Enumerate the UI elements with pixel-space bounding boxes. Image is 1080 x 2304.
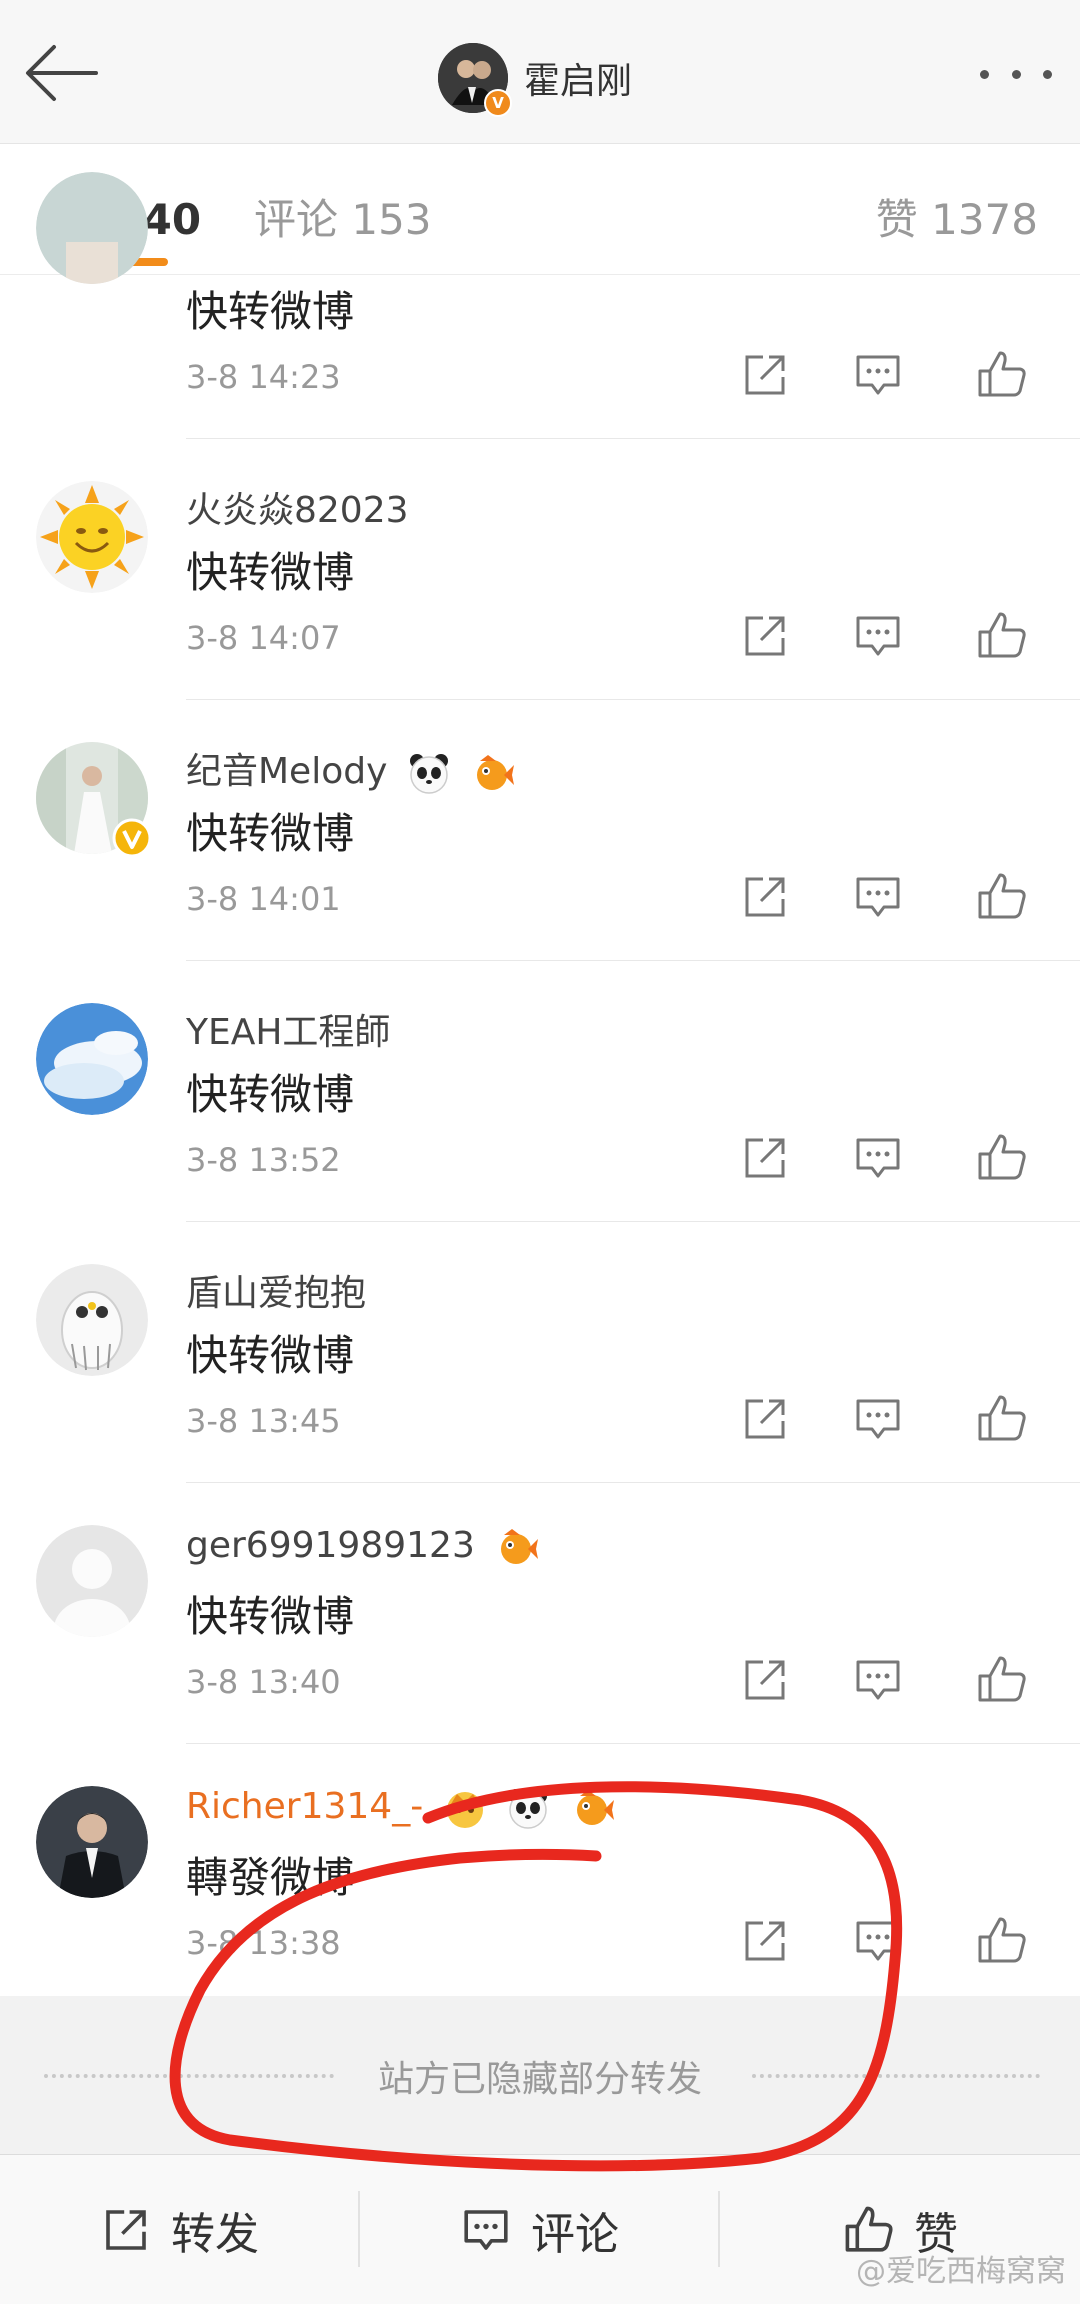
repost-text: 快转微博 [186,1070,355,1119]
repost-text: 快转微博 [186,287,355,336]
panda-icon [409,754,448,794]
like-icon[interactable] [972,1650,1032,1710]
repost-text: 轉發微博 [186,1853,355,1902]
like-icon[interactable] [972,867,1032,927]
timestamp: 3-8 13:45 [186,1402,341,1440]
repost-text: 快转微博 [186,1592,355,1641]
verified-badge: V [484,89,512,117]
username[interactable]: 纪音Melody [186,751,387,792]
share-icon[interactable] [735,1911,795,1971]
username[interactable]: YEAH工程師 [186,1003,390,1055]
list-item[interactable]: Richer1314_- 轉發微博 3-8 13:38 [0,1744,1080,1996]
avatar[interactable]: V [438,43,512,117]
repost-text: 快转微博 [186,809,355,858]
profile-title[interactable]: V 霍启刚 [438,38,632,118]
comment-icon[interactable] [848,1911,908,1971]
comment-button-label: 评论 [531,2208,619,2260]
comment-icon[interactable] [848,867,908,927]
list-item[interactable]: 盾山爱抱抱 快转微博 3-8 13:45 [0,1222,1080,1483]
username[interactable]: 火炎焱82023 [186,481,409,533]
share-icon[interactable] [735,606,795,666]
like-icon[interactable] [972,1911,1032,1971]
list-item[interactable]: YEAH工程師 快转微博 3-8 13:52 [0,961,1080,1222]
like-icon[interactable] [972,1128,1032,1188]
divider-dots [752,2074,1040,2078]
panda-icon [509,1789,548,1829]
list-item[interactable]: 纪音Melody 快转微博 3-8 14:01 [0,700,1080,961]
like-icon[interactable] [972,1389,1032,1449]
bottom-action-bar: 转发 评论 赞 @爱吃西梅窝窝 [0,2154,1080,2304]
username[interactable]: 盾山爱抱抱 [186,1264,366,1316]
fish-icon [576,1790,614,1825]
username-row[interactable]: Richer1314_- [186,1786,614,1830]
avatar[interactable] [36,1264,148,1376]
list-item[interactable]: 快转微博 3-8 14:23 [0,172,1080,439]
repost-text: 快转微博 [186,548,355,597]
fish-icon [501,1529,539,1564]
back-arrow-icon[interactable] [22,38,112,108]
avatar[interactable] [36,172,148,284]
timestamp: 3-8 14:23 [186,358,341,396]
share-icon [106,2209,146,2250]
watermark-text: @爱吃西梅窝窝 [856,2254,1066,2289]
comment-icon[interactable] [848,1389,908,1449]
avatar[interactable] [36,1786,148,1898]
repost-button-label: 转发 [171,2208,259,2260]
avatar[interactable] [36,1525,148,1637]
more-options-icon[interactable] [980,60,1052,88]
username[interactable]: Richer1314_- [186,1786,423,1827]
comment-button[interactable]: 评论 [360,2155,718,2304]
share-icon[interactable] [735,1650,795,1710]
list-item[interactable]: ger6991989123 快转微博 3-8 13:40 [0,1483,1080,1744]
timestamp: 3-8 13:40 [186,1663,341,1701]
like-icon[interactable] [972,606,1032,666]
timestamp: 3-8 13:52 [186,1141,341,1179]
like-icon[interactable] [972,345,1032,405]
share-icon[interactable] [735,1389,795,1449]
repost-text: 快转微博 [186,1331,355,1380]
crown-icon [446,1792,483,1828]
page-title: 霍启刚 [524,61,633,102]
fish-icon [477,755,515,790]
share-icon[interactable] [735,345,795,405]
avatar[interactable] [36,742,152,858]
comment-icon[interactable] [848,606,908,666]
watermark: @爱吃西梅窝窝 [856,2246,1066,2290]
top-navigation-bar: V 霍启刚 [0,0,1080,144]
share-icon[interactable] [735,1128,795,1188]
comment-icon[interactable] [848,1128,908,1188]
timestamp: 3-8 13:38 [186,1924,341,1962]
username-row[interactable]: 纪音Melody [186,742,515,795]
share-icon[interactable] [735,867,795,927]
repost-button[interactable]: 转发 [0,2155,358,2304]
username-row[interactable]: ger6991989123 [186,1525,539,1569]
comment-icon[interactable] [848,345,908,405]
timestamp: 3-8 14:07 [186,619,341,657]
username[interactable]: ger6991989123 [186,1525,475,1566]
timestamp: 3-8 14:01 [186,880,341,918]
comment-icon[interactable] [848,1650,908,1710]
avatar[interactable] [36,481,148,593]
hidden-reposts-notice: 站方已隐藏部分转发 [0,1996,1080,2154]
avatar[interactable] [36,1003,148,1115]
comment-icon [464,2209,508,2250]
verified-badge-icon [112,818,152,858]
list-item[interactable]: 火炎焱82023 快转微博 3-8 14:07 [0,439,1080,700]
